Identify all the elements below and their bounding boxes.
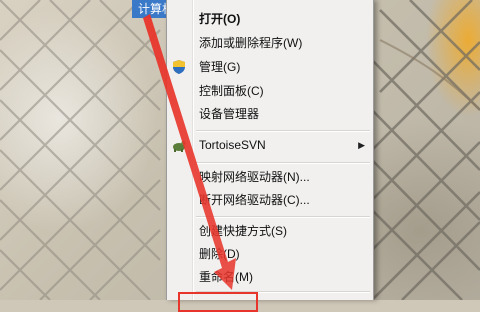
- highlight-box: [178, 292, 258, 312]
- red-arrow-annotation: [143, 14, 236, 290]
